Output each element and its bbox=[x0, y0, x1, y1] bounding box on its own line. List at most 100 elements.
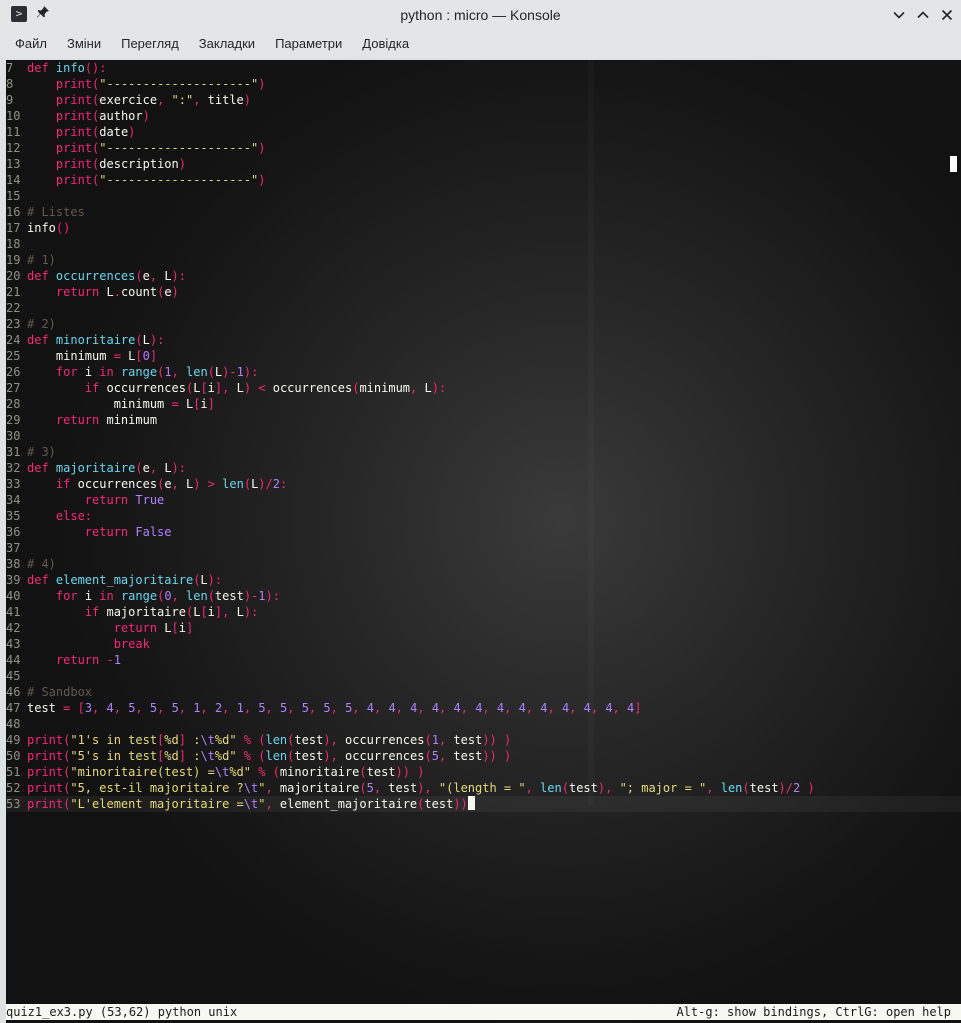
code-line[interactable]: 26 for i in range(1, len(L)-1): bbox=[6, 364, 961, 380]
code-editor[interactable]: 7 def info(): 8 print("-------------------… bbox=[6, 60, 961, 812]
code-token: print( bbox=[55, 93, 100, 107]
menu-file[interactable]: Файл bbox=[5, 30, 57, 58]
code-line[interactable]: 20 def occurrences(e, L): bbox=[6, 268, 961, 284]
code-line[interactable]: 31 # 3) bbox=[6, 444, 961, 460]
code-line[interactable]: 45 bbox=[6, 668, 961, 684]
window-title: python : micro — Konsole bbox=[400, 7, 561, 23]
code-line[interactable]: 7 def info(): bbox=[6, 60, 961, 76]
code-line[interactable]: 16 # Listes bbox=[6, 204, 961, 220]
line-number: 47 bbox=[6, 701, 21, 715]
code-line[interactable]: 32 def majoritaire(e, L): bbox=[6, 460, 961, 476]
code-token: "5, est-il majoritaire ? bbox=[70, 781, 244, 795]
code-line[interactable]: 10 print(author) bbox=[6, 108, 961, 124]
code-line[interactable]: 21 return L.count(e) bbox=[6, 284, 961, 300]
code-line[interactable]: 29 return minimum bbox=[6, 412, 961, 428]
code-token: , bbox=[92, 701, 107, 715]
code-line[interactable]: 25 minimum = L[0] bbox=[6, 348, 961, 364]
code-token: test bbox=[749, 781, 779, 795]
menu-edit[interactable]: Зміни bbox=[57, 30, 111, 58]
code-token: element_majoritaire bbox=[279, 797, 418, 811]
code-token: , bbox=[525, 781, 541, 795]
code-line[interactable]: 14 print("--------------------") bbox=[6, 172, 961, 188]
code-token: print( bbox=[55, 157, 100, 171]
menu-settings[interactable]: Параметри bbox=[265, 30, 352, 58]
menu-help[interactable]: Довідка bbox=[352, 30, 419, 58]
code-line[interactable]: 43 break bbox=[6, 636, 961, 652]
line-number: 22 bbox=[6, 301, 21, 315]
code-line[interactable]: 8 print("--------------------") bbox=[6, 76, 961, 92]
code-token: L bbox=[424, 381, 432, 395]
code-line[interactable]: 42 return L[i] bbox=[6, 620, 961, 636]
code-token: [ bbox=[200, 605, 208, 619]
code-line[interactable]: 38 # 4) bbox=[6, 556, 961, 572]
code-line[interactable]: 17 info() bbox=[6, 220, 961, 236]
code-token: False bbox=[135, 525, 172, 539]
title-bar[interactable]: > python : micro — Konsole bbox=[0, 0, 961, 30]
terminal-area[interactable]: 7 def info(): 8 print("-------------------… bbox=[6, 60, 961, 1023]
code-line[interactable]: 33 if occurrences(e, L) > len(L)/2: bbox=[6, 476, 961, 492]
code-token: 1 bbox=[113, 653, 121, 667]
code-token: , bbox=[222, 701, 237, 715]
code-token: # Listes bbox=[27, 205, 85, 219]
code-token: ) bbox=[800, 781, 815, 795]
code-token: )- bbox=[222, 365, 237, 379]
code-line[interactable]: 19 # 1) bbox=[6, 252, 961, 268]
code-token: 1 bbox=[236, 365, 244, 379]
code-line[interactable]: 49 print("1's in test[%d] :\t%d" % (len(t… bbox=[6, 732, 961, 748]
code-line[interactable]: 36 return False bbox=[6, 524, 961, 540]
code-line[interactable]: 41 if majoritaire(L[i], L): bbox=[6, 604, 961, 620]
code-line[interactable]: 22 bbox=[6, 300, 961, 316]
close-icon[interactable] bbox=[936, 4, 958, 26]
code-line[interactable]: 11 print(date) bbox=[6, 124, 961, 140]
code-token: len bbox=[720, 781, 743, 795]
code-token: len bbox=[540, 781, 562, 795]
code-line[interactable]: 46 # Sandbox bbox=[6, 684, 961, 700]
scrollbar-thumb[interactable] bbox=[950, 156, 957, 172]
code-line[interactable]: 18 bbox=[6, 236, 961, 252]
code-token: 4 bbox=[453, 701, 461, 715]
code-line[interactable]: 37 bbox=[6, 540, 961, 556]
line-number: 40 bbox=[6, 589, 21, 603]
chevron-up-icon[interactable] bbox=[912, 4, 934, 26]
code-token: , bbox=[395, 701, 411, 715]
code-line[interactable]: 53 print("L'element majoritaire =\t", ele… bbox=[6, 796, 961, 812]
code-line[interactable]: 40 for i in range(0, len(test)-1): bbox=[6, 588, 961, 604]
code-line[interactable]: 47 test = [3, 4, 5, 5, 5, 1, 2, 1, 5, 5, … bbox=[6, 700, 961, 716]
code-line[interactable]: 27 if occurrences(L[i], L) < occurrences… bbox=[6, 380, 961, 396]
code-line[interactable]: 28 minimum = L[i] bbox=[6, 396, 961, 412]
code-line[interactable]: 50 print("5's in test[%d] :\t%d" % (len(t… bbox=[6, 748, 961, 764]
code-line[interactable]: 48 bbox=[6, 716, 961, 732]
chevron-down-icon[interactable] bbox=[888, 4, 910, 26]
code-token: , bbox=[171, 365, 186, 379]
code-token: %d" bbox=[214, 749, 237, 763]
code-token: L bbox=[142, 333, 150, 347]
code-token: range bbox=[120, 365, 158, 379]
code-token: exercice bbox=[99, 93, 158, 107]
code-line[interactable]: 35 else: bbox=[6, 508, 961, 524]
code-token: : bbox=[185, 749, 201, 763]
code-line[interactable]: 39 def element_majoritaire(L): bbox=[6, 572, 961, 588]
code-token: for bbox=[55, 365, 85, 379]
line-number: 16 bbox=[6, 205, 21, 219]
code-line[interactable]: 12 print("--------------------") bbox=[6, 140, 961, 156]
menu-bookmarks[interactable]: Закладки bbox=[189, 30, 265, 58]
code-line[interactable]: 9 print(exercice, ":", title) bbox=[6, 92, 961, 108]
code-line[interactable]: 30 bbox=[6, 428, 961, 444]
code-token: %d bbox=[164, 733, 179, 747]
code-line[interactable]: 23 # 2) bbox=[6, 316, 961, 332]
code-token: , bbox=[439, 701, 454, 715]
code-line[interactable]: 44 return -1 bbox=[6, 652, 961, 668]
code-token: majoritaire bbox=[55, 461, 136, 475]
code-line[interactable]: 51 print("minoritaire(test) =\t%d" % (min… bbox=[6, 764, 961, 780]
code-line[interactable]: 13 print(description) bbox=[6, 156, 961, 172]
code-token: [ bbox=[171, 621, 179, 635]
code-line[interactable]: 52 print("5, est-il majoritaire ?\t", maj… bbox=[6, 780, 961, 796]
code-token: )- bbox=[243, 589, 259, 603]
code-token: , bbox=[149, 461, 165, 475]
code-line[interactable]: 24 def minoritaire(L): bbox=[6, 332, 961, 348]
menu-view[interactable]: Перегляд bbox=[111, 30, 189, 58]
code-line[interactable]: 34 return True bbox=[6, 492, 961, 508]
code-line[interactable]: 15 bbox=[6, 188, 961, 204]
line-number: 35 bbox=[6, 509, 21, 523]
